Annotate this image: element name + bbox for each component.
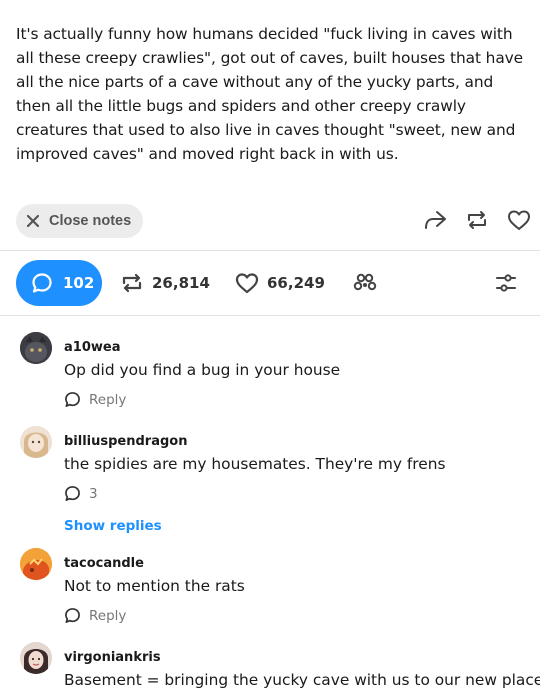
heart-icon[interactable] [498, 206, 540, 234]
comment-username[interactable]: virgoniankris [64, 650, 161, 665]
divider [0, 250, 540, 251]
likes-tab[interactable]: 66,249 [235, 260, 325, 306]
show-replies-link[interactable]: Show replies [64, 518, 162, 534]
close-icon [25, 213, 41, 229]
reblogs-tab[interactable]: 26,814 [120, 260, 210, 306]
reply-button[interactable]: Reply [64, 391, 126, 408]
filter-button[interactable] [494, 260, 518, 306]
share-icon[interactable] [414, 206, 456, 234]
avatar[interactable] [20, 332, 52, 364]
close-notes-label: Close notes [49, 213, 132, 229]
reblog-icon [120, 272, 144, 294]
close-notes-button[interactable]: Close notes [16, 204, 143, 238]
replies-count: 102 [63, 274, 95, 292]
comment-username[interactable]: billiuspendragon [64, 434, 187, 449]
community-icon [353, 272, 377, 294]
comment-username[interactable]: tacocandle [64, 556, 144, 571]
comment-text: Basement = bringing the yucky cave with … [64, 671, 540, 689]
reply-count: 3 [89, 485, 98, 502]
avatar[interactable] [20, 642, 52, 674]
reblogs-count: 26,814 [152, 274, 210, 292]
speech-bubble-icon [64, 485, 81, 502]
reply-button[interactable]: Reply [64, 607, 126, 624]
reblog-icon[interactable] [456, 206, 498, 234]
speech-bubble-icon [31, 272, 53, 294]
speech-bubble-icon [64, 607, 81, 624]
post-body: It's actually funny how humans decided "… [16, 25, 524, 163]
post-actions [414, 206, 540, 234]
speech-bubble-icon [64, 391, 81, 408]
notes-bar: Close notes [0, 200, 540, 240]
comment-text: Not to mention the rats [64, 577, 245, 595]
reply-count-button[interactable]: 3 [64, 485, 98, 502]
filter-icon [494, 272, 518, 294]
comment-text: the spidies are my housemates. They're m… [64, 455, 446, 473]
divider [0, 315, 540, 316]
avatar[interactable] [20, 426, 52, 458]
replies-tab[interactable]: 102 [16, 260, 102, 306]
comment-text: Op did you find a bug in your house [64, 361, 341, 379]
heart-icon [235, 272, 259, 294]
reply-label: Reply [89, 391, 127, 408]
comment-username[interactable]: a10wea [64, 340, 120, 355]
reply-label: Reply [89, 607, 127, 624]
notes-stats: 102 26,814 66,249 [0, 260, 540, 306]
likes-count: 66,249 [267, 274, 325, 292]
avatar[interactable] [20, 548, 52, 580]
community-tab[interactable] [353, 260, 377, 306]
